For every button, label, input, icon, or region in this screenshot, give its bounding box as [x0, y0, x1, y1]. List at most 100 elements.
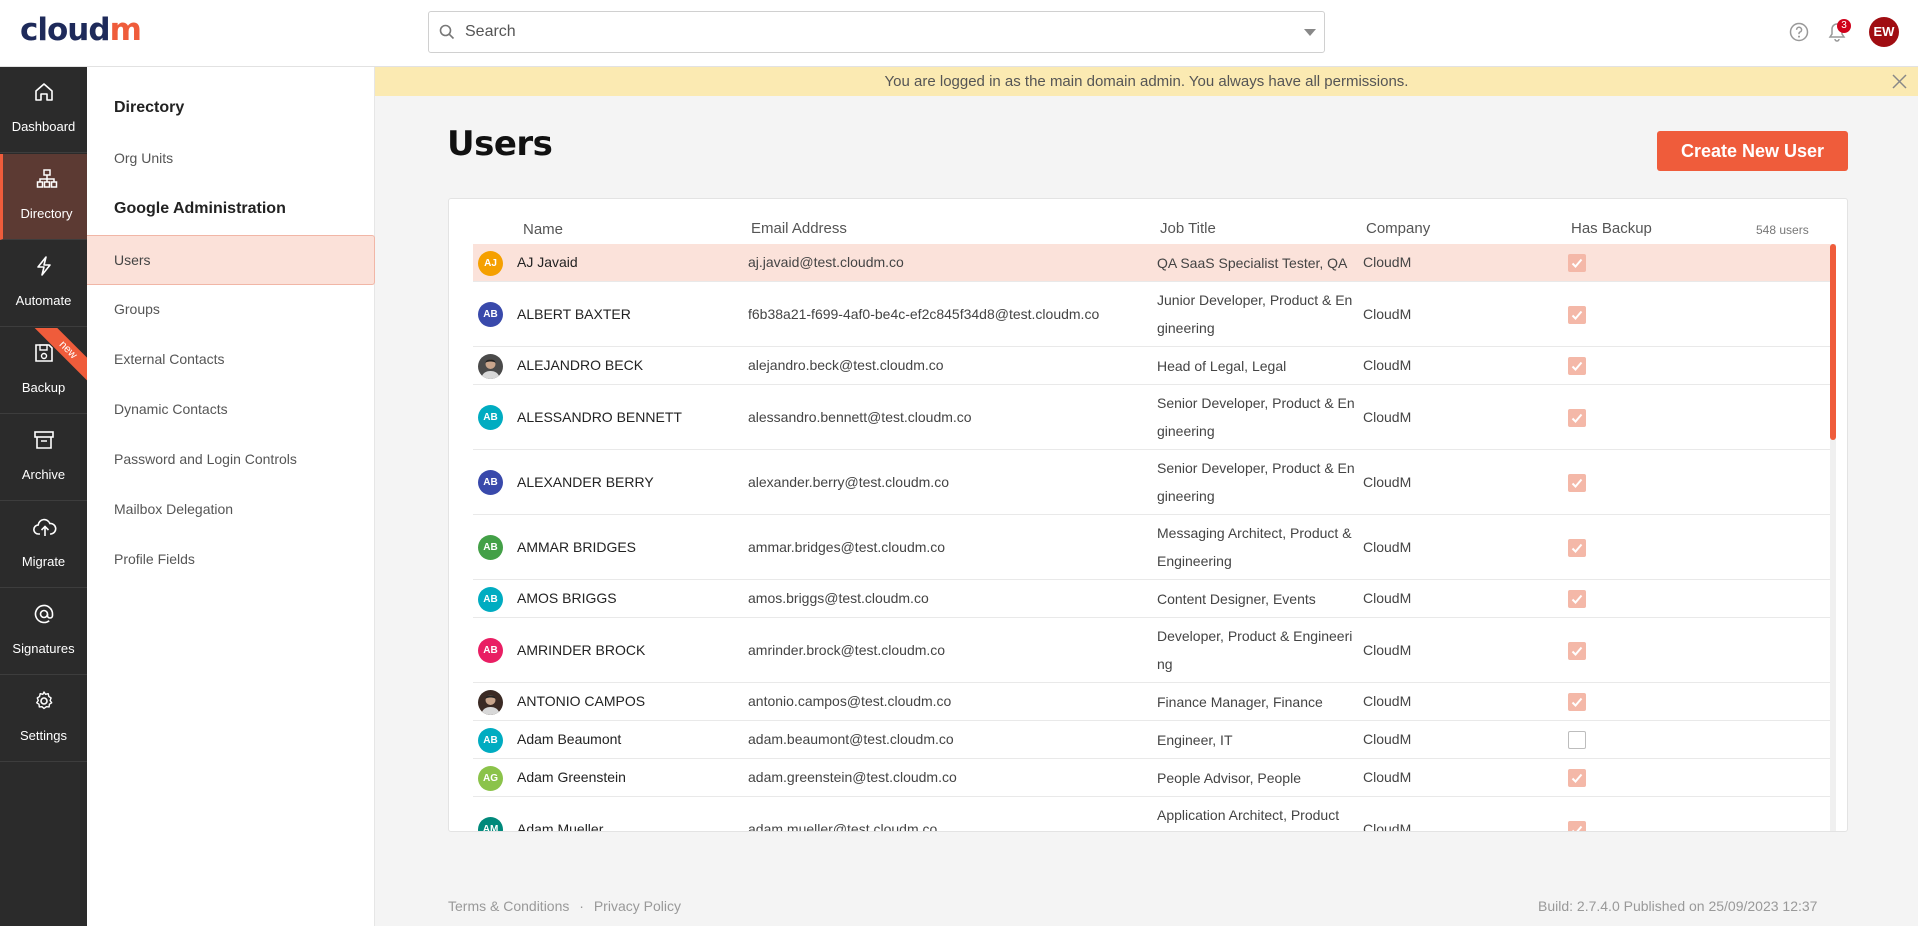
user-company: CloudM	[1363, 473, 1412, 490]
subnav-item-org-units[interactable]: Org Units	[114, 150, 173, 166]
search-input[interactable]	[465, 12, 1295, 52]
has-backup-checkbox[interactable]	[1568, 357, 1586, 375]
privacy-link[interactable]: Privacy Policy	[594, 898, 681, 914]
has-backup-checkbox[interactable]	[1568, 305, 1586, 324]
user-job-title: Application Architect, Product	[1157, 807, 1340, 823]
user-name: AJ Javaid	[517, 254, 578, 270]
user-photo	[478, 689, 503, 715]
has-backup-checkbox[interactable]	[1568, 590, 1586, 608]
search-box[interactable]	[428, 11, 1325, 53]
table-row[interactable]: AB AMOS BRIGGS amos.briggs@test.cloudm.co C…	[473, 580, 1835, 618]
user-job-title: Head of Legal, Legal	[1157, 358, 1287, 374]
table-row[interactable]: AB AMRINDER BROCK amrinder.brock@test.clou…	[473, 618, 1835, 683]
user-email: alejandro.beck@test.cloudm.co	[748, 357, 944, 373]
user-name: Adam Greenstein	[517, 769, 626, 785]
user-email: alessandro.bennett@test.cloudm.co	[748, 408, 972, 425]
help-icon[interactable]	[1789, 22, 1809, 42]
user-name: ALEXANDER BERRY	[517, 473, 654, 490]
nav-dashboard[interactable]: Dashboard	[0, 67, 87, 153]
user-name: AMMAR BRIDGES	[517, 538, 637, 555]
user-name: ANTONIO CAMPOS	[517, 693, 646, 709]
user-name: AMOS BRIGGS	[517, 590, 617, 606]
has-backup-checkbox[interactable]	[1568, 641, 1586, 660]
column-header-job-title[interactable]: Job Title	[1160, 220, 1216, 237]
user-initials-avatar: AB	[478, 470, 503, 495]
table-row[interactable]: AB AMMAR BRIDGES ammar.bridges@test.cloudm…	[473, 515, 1835, 580]
user-job-title: Content Designer, Events	[1157, 591, 1316, 607]
table-row[interactable]: AM Adam Mueller adam.mueller@test.cloudm.c…	[473, 797, 1835, 832]
nav-settings[interactable]: Settings	[0, 676, 87, 762]
user-name: Adam Mueller	[517, 820, 604, 832]
column-header-company[interactable]: Company	[1366, 220, 1430, 237]
table-row[interactable]: ANTONIO CAMPOS antonio.campos@test.cloudm…	[473, 683, 1835, 721]
subnav-item-mailbox-delegation[interactable]: Mailbox Delegation	[114, 501, 233, 517]
table-row[interactable]: AB ALEXANDER BERRY alexander.berry@test.cl…	[473, 450, 1835, 515]
user-initials-avatar: AB	[478, 586, 503, 612]
nav-signatures[interactable]: Signatures	[0, 589, 87, 675]
user-email: adam.mueller@test.cloudm.co	[748, 820, 938, 832]
has-backup-checkbox[interactable]	[1568, 769, 1586, 787]
footer-links: Terms & Conditions · Privacy Policy	[448, 898, 681, 914]
user-email: f6b38a21-f699-4af0-be4c-ef2c845f34d8@tes…	[748, 305, 1100, 322]
column-header-email[interactable]: Email Address	[751, 220, 847, 237]
search-icon	[439, 24, 455, 40]
user-name: Adam Beaumont	[517, 731, 622, 747]
table-row[interactable]: AB ALESSANDRO BENNETT alessandro.bennett@t…	[473, 385, 1835, 450]
gear-icon	[36, 691, 53, 710]
user-avatar[interactable]: EW	[1869, 17, 1899, 47]
has-backup-checkbox[interactable]	[1568, 731, 1586, 749]
subnav-item-profile-fields[interactable]: Profile Fields	[114, 551, 195, 567]
nav-migrate[interactable]: Migrate	[0, 502, 87, 588]
floppy-disk-icon	[35, 344, 53, 362]
subnav-item-external-contacts[interactable]: External Contacts	[114, 351, 225, 367]
page-title: Users	[447, 124, 553, 164]
user-job-title: People Advisor, People	[1157, 770, 1301, 786]
user-email: antonio.campos@test.cloudm.co	[748, 693, 952, 709]
table-row[interactable]: ALEJANDRO BECK alejandro.beck@test.cloudm…	[473, 347, 1835, 385]
cloudm-logo[interactable]: cloudm	[20, 12, 142, 48]
column-header-name[interactable]: Name	[523, 221, 563, 238]
has-backup-checkbox[interactable]	[1568, 820, 1586, 831]
table-row[interactable]: AB Adam Beaumont adam.beaumont@test.cloudm…	[473, 721, 1835, 759]
subnav-item-dynamic-contacts[interactable]: Dynamic Contacts	[114, 401, 228, 417]
user-count: 548 users	[1756, 223, 1809, 237]
notification-count-badge: 3	[1837, 19, 1851, 33]
has-backup-checkbox[interactable]	[1568, 254, 1586, 272]
user-name: ALEJANDRO BECK	[517, 357, 644, 373]
admin-banner: You are logged in as the main domain adm…	[375, 67, 1918, 96]
user-name: AMRINDER BROCK	[517, 641, 646, 658]
user-job-title: Engineer, IT	[1157, 732, 1233, 748]
search-dropdown-arrow[interactable]	[1304, 29, 1316, 36]
table-row[interactable]: AB ALBERT BAXTER f6b38a21-f699-4af0-be4c-e…	[473, 282, 1835, 347]
notifications-button[interactable]: 3	[1828, 19, 1851, 47]
app: cloudm 3 EW Dashboard Directory Automate…	[0, 0, 1918, 926]
nav-automate[interactable]: Automate	[0, 241, 87, 327]
has-backup-checkbox[interactable]	[1568, 693, 1586, 711]
directory-subnav: Directory Org Units Google Administratio…	[87, 67, 375, 926]
nav-backup[interactable]: new Backup	[0, 328, 87, 414]
cloud-upload-icon	[33, 518, 57, 536]
create-new-user-button[interactable]: Create New User	[1657, 131, 1848, 171]
user-email: adam.beaumont@test.cloudm.co	[748, 731, 954, 747]
user-company: CloudM	[1363, 538, 1412, 555]
user-company: CloudM	[1363, 408, 1412, 425]
build-info: Build: 2.7.4.0 Published on 25/09/2023 1…	[1538, 898, 1818, 914]
user-initials-avatar: AB	[478, 405, 503, 430]
subnav-item-password-login-controls[interactable]: Password and Login Controls	[114, 451, 297, 467]
subnav-item-users[interactable]: Users	[87, 235, 375, 285]
scrollbar-thumb[interactable]	[1830, 244, 1836, 440]
table-row[interactable]: AG Adam Greenstein adam.greenstein@test.cl…	[473, 759, 1835, 797]
column-header-has-backup[interactable]: Has Backup	[1571, 220, 1652, 237]
nav-directory[interactable]: Directory	[0, 154, 87, 240]
close-icon[interactable]	[1891, 73, 1908, 90]
terms-link[interactable]: Terms & Conditions	[448, 898, 569, 914]
has-backup-checkbox[interactable]	[1568, 473, 1586, 492]
nav-archive[interactable]: Archive	[0, 415, 87, 501]
footer-separator: ·	[579, 898, 584, 914]
has-backup-checkbox[interactable]	[1568, 408, 1586, 427]
subnav-item-groups[interactable]: Groups	[114, 301, 160, 317]
user-initials-avatar: AJ	[478, 250, 503, 276]
user-company: CloudM	[1363, 357, 1412, 373]
has-backup-checkbox[interactable]	[1568, 538, 1586, 557]
table-row[interactable]: AJ AJ Javaid aj.javaid@test.cloudm.co QA Sa…	[473, 244, 1835, 282]
